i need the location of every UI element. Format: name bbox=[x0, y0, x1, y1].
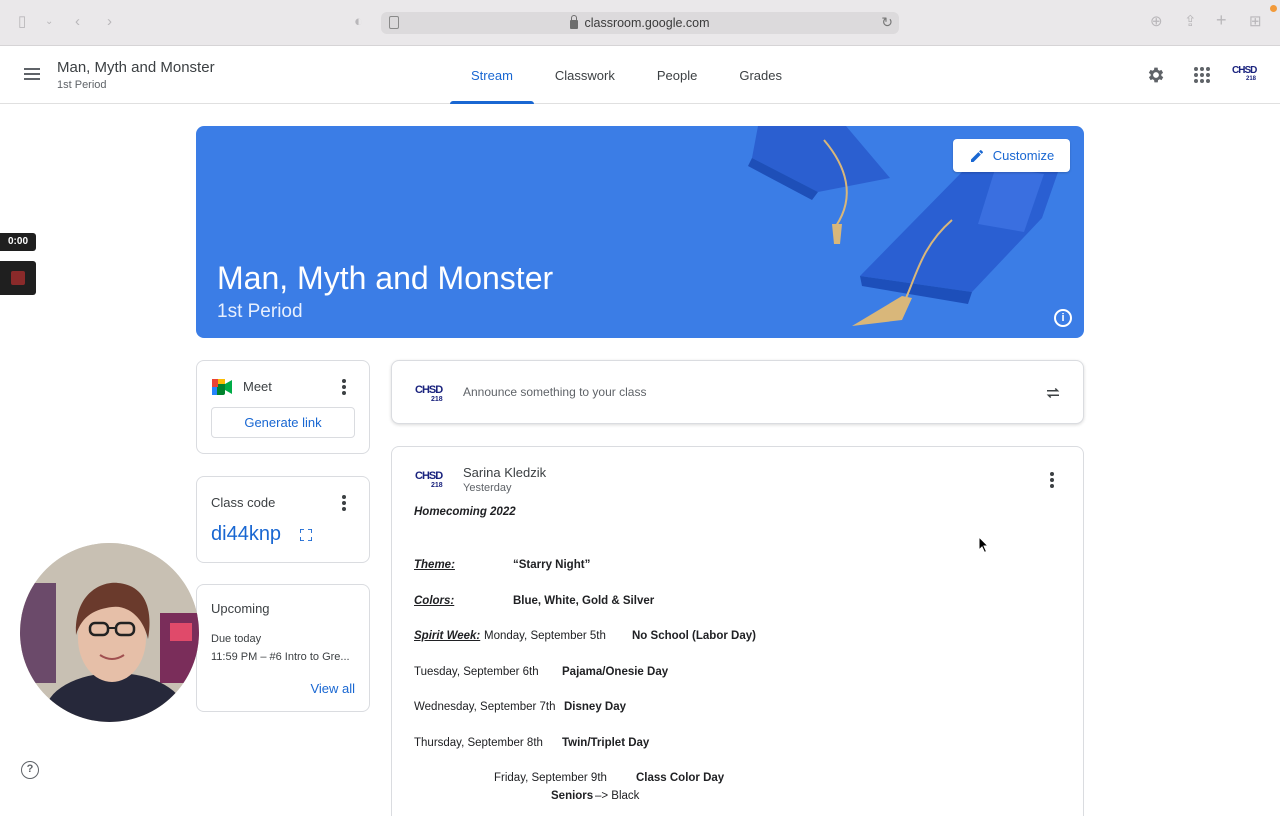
avatar: CHSD 218 bbox=[415, 384, 447, 404]
address-bar[interactable]: classroom.google.com ↻ bbox=[381, 12, 899, 34]
announce-placeholder[interactable]: Announce something to your class bbox=[463, 385, 646, 399]
logo-number: 218 bbox=[431, 396, 443, 403]
url-text: classroom.google.com bbox=[584, 16, 710, 30]
download-icon[interactable]: ⊕ bbox=[1150, 13, 1163, 31]
day-event: No School (Labor Day) bbox=[632, 630, 756, 642]
view-all-link[interactable]: View all bbox=[310, 681, 355, 696]
class-code-card: Class code di44knp bbox=[196, 476, 370, 563]
notification-dot bbox=[1270, 5, 1277, 12]
day-date: Friday, September 9th bbox=[494, 772, 607, 784]
day-date: Wednesday, September 7th bbox=[414, 701, 556, 713]
day-date: Tuesday, September 6th bbox=[414, 666, 539, 678]
stop-recording-button[interactable] bbox=[0, 261, 36, 295]
stop-icon bbox=[11, 271, 25, 285]
tab-classwork[interactable]: Classwork bbox=[534, 46, 636, 104]
logo-text: CHSD bbox=[1232, 65, 1257, 76]
tab-people[interactable]: People bbox=[636, 46, 718, 104]
back-icon[interactable]: ‹ bbox=[75, 13, 80, 31]
upcoming-card: Upcoming Due today 11:59 PM – #6 Intro t… bbox=[196, 584, 370, 712]
day-event: Pajama/Onesie Day bbox=[562, 666, 669, 678]
repost-icon[interactable] bbox=[1044, 384, 1062, 402]
sidebar-toggle-icon[interactable]: ▯ bbox=[18, 13, 26, 31]
upcoming-item[interactable]: 11:59 PM – #6 Intro to Gre... bbox=[211, 651, 350, 663]
class-title[interactable]: Man, Myth and Monster bbox=[57, 59, 215, 76]
theme-value: “Starry Night” bbox=[513, 559, 591, 571]
logo-number: 218 bbox=[1246, 76, 1257, 82]
customize-label: Customize bbox=[992, 148, 1055, 163]
tab-overview-icon[interactable]: ⊞ bbox=[1249, 13, 1262, 31]
class-banner: Customize Man, Myth and Monster 1st Peri… bbox=[196, 126, 1084, 338]
main-menu-icon[interactable] bbox=[24, 68, 40, 80]
chevron-down-icon[interactable]: ⌄ bbox=[45, 13, 53, 31]
post-author: Sarina Kledzik bbox=[463, 465, 547, 480]
google-apps-icon[interactable] bbox=[1194, 67, 1210, 83]
day-event: Twin/Triplet Day bbox=[562, 737, 650, 749]
forward-icon[interactable]: › bbox=[107, 13, 112, 31]
page-icon[interactable] bbox=[389, 16, 399, 29]
colors-label: Colors: bbox=[414, 595, 455, 607]
logo-text: CHSD bbox=[415, 470, 443, 482]
more-options-icon[interactable] bbox=[342, 379, 346, 395]
class-code-value: di44knp bbox=[211, 523, 282, 545]
customize-button[interactable]: Customize bbox=[953, 139, 1070, 172]
meet-card: Meet Generate link bbox=[196, 360, 370, 454]
meet-icon bbox=[212, 379, 232, 395]
banner-subtitle: 1st Period bbox=[217, 301, 303, 322]
day-event: Class Color Day bbox=[636, 772, 725, 784]
class-section: 1st Period bbox=[57, 79, 107, 91]
avatar: CHSD 218 bbox=[415, 470, 447, 490]
upcoming-due: Due today bbox=[211, 633, 262, 645]
day-event: Disney Day bbox=[564, 701, 627, 713]
help-icon[interactable]: ? bbox=[21, 761, 39, 779]
lock-icon bbox=[570, 15, 579, 29]
day-date: Thursday, September 8th bbox=[414, 737, 543, 749]
tab-bar: Stream Classwork People Grades bbox=[450, 46, 803, 104]
more-options-icon[interactable] bbox=[1050, 472, 1054, 488]
webcam-image bbox=[20, 543, 199, 722]
mouse-cursor-icon bbox=[978, 536, 990, 554]
colors-value: Blue, White, Gold & Silver bbox=[513, 595, 655, 607]
reload-icon[interactable]: ↻ bbox=[881, 14, 893, 31]
browser-toolbar: ▯ ⌄ ‹ › ◐ classroom.google.com ↻ ⊕ ⇪ + ⊞ bbox=[0, 0, 1280, 46]
generate-link-button[interactable]: Generate link bbox=[211, 407, 355, 438]
announce-box[interactable]: CHSD 218 Announce something to your clas… bbox=[391, 360, 1084, 424]
new-tab-icon[interactable]: + bbox=[1216, 11, 1227, 29]
recording-timer: 0:00 bbox=[0, 233, 36, 251]
day-date: Monday, September 5th bbox=[484, 630, 606, 642]
info-icon[interactable]: i bbox=[1054, 309, 1072, 327]
meet-label: Meet bbox=[243, 379, 272, 394]
fullscreen-icon[interactable] bbox=[300, 529, 312, 541]
privacy-shield-icon[interactable]: ◐ bbox=[354, 13, 363, 31]
logo-text: CHSD bbox=[415, 384, 443, 396]
tab-grades[interactable]: Grades bbox=[718, 46, 803, 104]
pencil-icon bbox=[970, 149, 983, 162]
seniors-value: –> Black bbox=[595, 790, 640, 802]
gear-icon[interactable] bbox=[1146, 65, 1166, 85]
post-time: Yesterday bbox=[463, 482, 512, 494]
seniors-label: Seniors bbox=[551, 790, 594, 802]
webcam-bubble[interactable] bbox=[20, 543, 199, 722]
banner-title: Man, Myth and Monster bbox=[217, 260, 554, 296]
share-icon[interactable]: ⇪ bbox=[1184, 13, 1197, 31]
app-bar: Man, Myth and Monster 1st Period Stream … bbox=[0, 46, 1280, 104]
class-code-label: Class code bbox=[211, 495, 276, 510]
more-options-icon[interactable] bbox=[342, 495, 346, 511]
logo-number: 218 bbox=[431, 482, 443, 489]
post-heading: Homecoming 2022 bbox=[414, 506, 516, 518]
upcoming-title: Upcoming bbox=[211, 601, 270, 616]
tab-stream[interactable]: Stream bbox=[450, 46, 534, 104]
account-avatar[interactable]: CHSD 218 bbox=[1232, 66, 1260, 84]
theme-label: Theme: bbox=[414, 559, 455, 571]
spirit-week-label: Spirit Week: bbox=[414, 630, 481, 642]
announcement-post: CHSD 218 Sarina Kledzik Yesterday Homeco… bbox=[391, 446, 1084, 816]
